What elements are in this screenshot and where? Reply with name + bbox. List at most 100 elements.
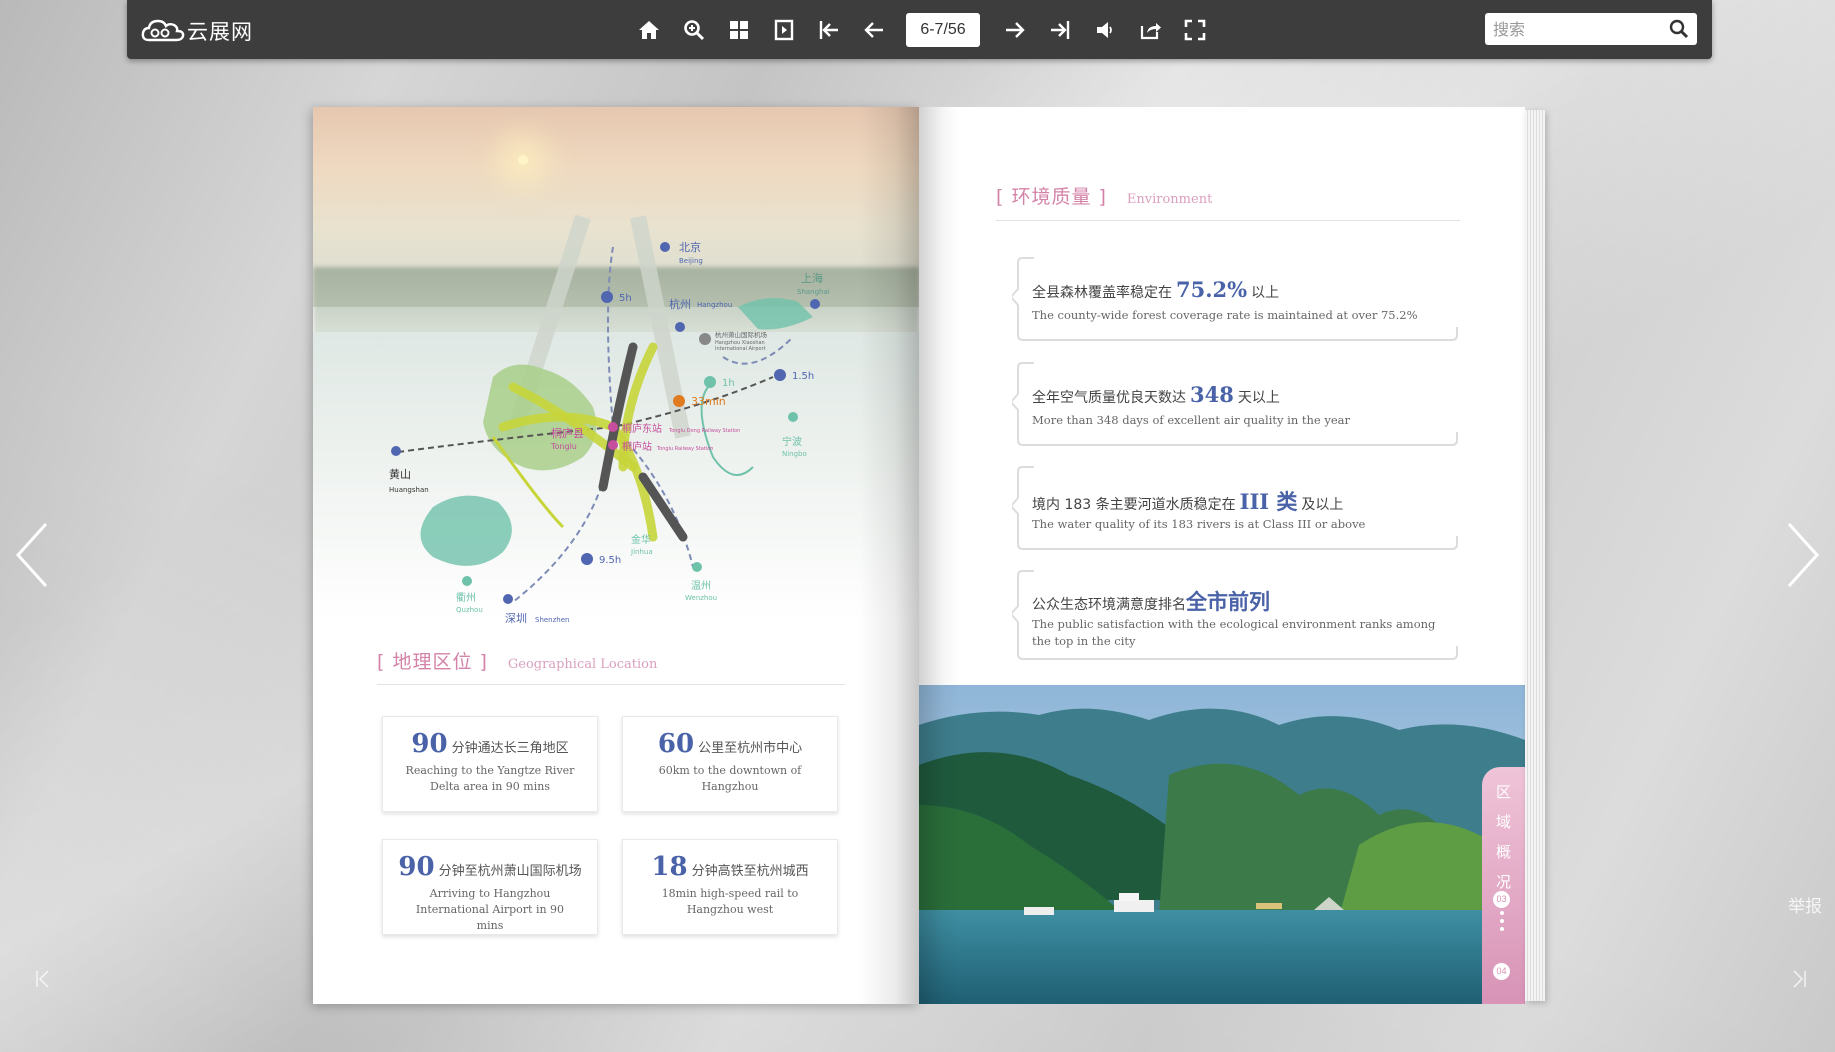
prev-spread-arrow-icon[interactable]: [12, 520, 52, 590]
page-fold-shadow: [859, 107, 919, 1004]
first-page-button[interactable]: [806, 12, 851, 48]
city-label-en: Wenzhou: [685, 594, 717, 602]
city-label-en: Ningbo: [782, 450, 807, 458]
city-label-en: Shenzhen: [535, 616, 569, 624]
stat-label: 公里至杭州市中心: [698, 741, 803, 756]
time-label: 9.5h: [599, 555, 621, 566]
geo-section-heading: [ 地理区位 ] Geographical Location: [377, 647, 657, 674]
prev-page-icon: [863, 22, 883, 38]
env-heading-en: Environment: [1126, 192, 1213, 207]
city-label: 深圳: [505, 612, 527, 625]
stat-card: 18 分钟高铁至杭州城西 18min high-speed rail to Han…: [622, 839, 838, 935]
time-label: 33min: [691, 395, 726, 408]
stat-card: 90 分钟通达长三角地区 Reaching to the Yangtze Rive…: [382, 716, 598, 812]
env-value: 348: [1190, 382, 1234, 407]
stat-en: Reaching to the Yangtze River Delta area…: [405, 764, 575, 793]
env-pre: 公众生态环境满意度排名: [1032, 597, 1186, 613]
left-page[interactable]: 5h 1h 1.5h 33min 9.5h 北京 Beijing 上海 Shan…: [313, 107, 919, 1004]
city-label: 黄山: [389, 467, 411, 481]
airport-label-en: Hangzhou Xiaoshan International Airport: [715, 340, 766, 352]
last-spread-arrow-icon[interactable]: [1790, 968, 1808, 990]
home-button[interactable]: [626, 12, 671, 48]
cloud-logo-icon: [141, 19, 185, 42]
env-value: 75.2%: [1176, 277, 1248, 302]
geo-heading-zh: [ 地理区位 ]: [377, 651, 488, 673]
search-icon[interactable]: [1669, 19, 1689, 39]
env-item: 全年空气质量优良天数达 348 天以上 More than 348 days of …: [1012, 362, 1462, 446]
zoom-in-button[interactable]: [671, 12, 716, 48]
stat-en: 18min high-speed rail to Hangzhou west: [661, 887, 799, 916]
tab-char: 概: [1495, 843, 1511, 861]
next-page-button[interactable]: [992, 12, 1037, 48]
city-label: 上海: [801, 271, 823, 285]
thumbnails-icon: [729, 21, 748, 39]
env-en: The public satisfaction with the ecologi…: [1032, 617, 1436, 648]
airport-label: 杭州萧山国际机场: [715, 330, 768, 339]
single-page-button[interactable]: [761, 12, 806, 48]
stat-number: 90: [398, 852, 435, 882]
city-label: 衢州: [456, 592, 476, 604]
county-label-en: Tonglu: [550, 442, 577, 451]
search-box: [1485, 13, 1697, 45]
city-label-en: Jinhua: [630, 548, 653, 556]
stat-en: Arriving to Hangzhou International Airpo…: [415, 887, 565, 932]
transport-map: 5h 1h 1.5h 33min 9.5h 北京 Beijing 上海 Shan…: [389, 214, 830, 625]
page-indicator[interactable]: 6-7/56: [906, 13, 980, 47]
next-spread-arrow-icon[interactable]: [1783, 520, 1823, 590]
chapter-num-badge: 04: [1493, 963, 1510, 980]
toolbar-tools: 6-7/56: [626, 12, 1217, 48]
env-item: 境内 183 条主要河道水质稳定在 III 类及以上 The water qual…: [1012, 466, 1462, 550]
fullscreen-button[interactable]: [1172, 12, 1217, 48]
lake-mountains-image: [919, 685, 1525, 1004]
city-label-en: Huangshan: [389, 486, 429, 494]
landscape-photo: [919, 685, 1525, 1004]
airport-label-en-wrap: Hangzhou Xiaoshan International Airport: [715, 340, 766, 352]
sound-button[interactable]: [1082, 12, 1127, 48]
chapter-tab[interactable]: 区 域 概 况 03 04: [1482, 767, 1525, 1004]
stat-label: 分钟通达长三角地区: [451, 741, 569, 756]
zoom-in-icon: [683, 20, 704, 41]
home-icon: [638, 21, 659, 39]
env-value: III 类: [1239, 489, 1298, 514]
city-label-en: Beijing: [679, 257, 703, 265]
right-page[interactable]: [ 环境质量 ] Environment 全县森林覆盖率稳定在 75.2% 以上 T…: [919, 107, 1525, 1004]
tab-char: 况: [1495, 873, 1511, 891]
city-label-en: Hangzhou: [697, 301, 732, 309]
station-label-en: Tonglu Dong Railway Station: [668, 428, 740, 434]
logo-text: 云展网: [187, 20, 253, 44]
env-item: 公众生态环境满意度排名 全市前列 The public satisfaction …: [1012, 570, 1462, 660]
time-label: 5h: [619, 293, 632, 304]
next-page-icon: [1005, 22, 1025, 38]
ellipsis-icon: [1500, 911, 1504, 935]
divider: [377, 684, 845, 685]
env-section-heading: [ 环境质量 ] Environment: [996, 182, 1212, 209]
station-label-en: Tonglu Railway Station: [656, 446, 713, 452]
stat-en: 60km to the downtown of Hangzhou: [658, 764, 802, 793]
share-button[interactable]: [1127, 12, 1172, 48]
city-label-en: Quzhou: [456, 606, 483, 614]
last-page-button[interactable]: [1037, 12, 1082, 48]
tab-char: 区: [1495, 783, 1511, 801]
divider: [996, 220, 1460, 221]
report-link[interactable]: 举报: [1788, 892, 1822, 917]
time-label: 1h: [722, 378, 735, 389]
city-label: 金华: [631, 533, 651, 546]
city-label: 杭州: [669, 297, 691, 311]
env-item: 全县森林覆盖率稳定在 75.2% 以上 The county-wide forest…: [1012, 257, 1462, 341]
sound-icon: [1096, 22, 1112, 38]
logo[interactable]: 云展网: [141, 16, 253, 46]
stat-card: 90 分钟至杭州萧山国际机场 Arriving to Hangzhou Inter…: [382, 839, 598, 935]
station-label: 桐庐东站: [622, 422, 662, 435]
last-page-icon: [1050, 21, 1069, 39]
city-label: 北京: [679, 240, 701, 254]
thumbnails-button[interactable]: [716, 12, 761, 48]
stat-label: 分钟至杭州萧山国际机场: [438, 864, 582, 879]
prev-page-button[interactable]: [851, 12, 896, 48]
stat-card: 60 公里至杭州市中心 60km to the downtown of Hangz…: [622, 716, 838, 812]
env-value: 全市前列: [1186, 589, 1270, 614]
env-heading-zh: [ 环境质量 ]: [996, 186, 1107, 208]
station-label: 桐庐站: [622, 440, 652, 453]
env-post: 天以上: [1237, 390, 1280, 406]
search-input[interactable]: [1485, 13, 1655, 45]
first-spread-arrow-icon[interactable]: [34, 968, 52, 990]
